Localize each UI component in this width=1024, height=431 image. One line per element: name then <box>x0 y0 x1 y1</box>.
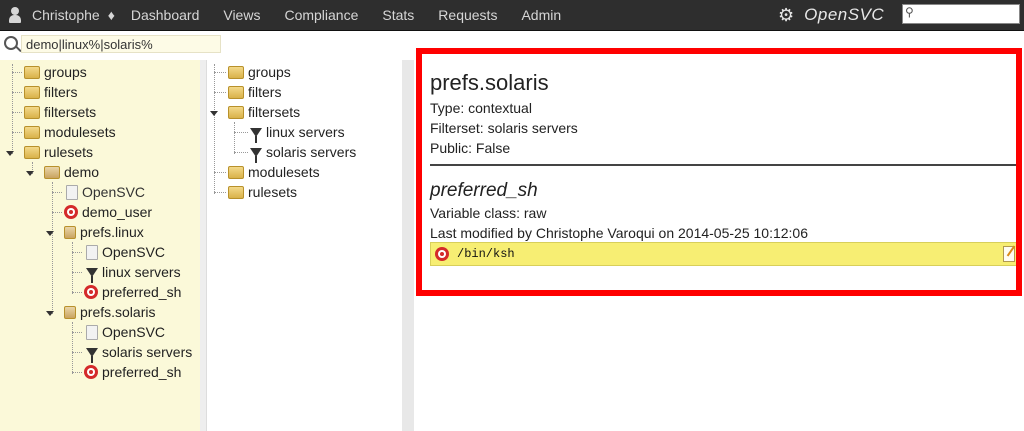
document-icon <box>86 244 98 260</box>
variable-target-icon <box>64 205 78 219</box>
filter-funnel-icon <box>250 127 262 143</box>
tree-item-prefs-linux-opensvc[interactable]: OpenSVC <box>86 242 165 262</box>
global-search-input[interactable]: ⚲ <box>902 4 1020 24</box>
filter-funnel-icon <box>86 347 98 363</box>
top-navigation-bar: Christophe ♦ Dashboard Views Compliance … <box>0 0 1024 31</box>
filter-funnel-icon <box>86 267 98 283</box>
tree-item-label: preferred_sh <box>102 364 182 380</box>
folder-icon <box>228 65 244 79</box>
tree-item-label: filters <box>44 84 78 100</box>
tree-item-prefs-solaris-opensvc[interactable]: OpenSVC <box>86 322 165 342</box>
nav-dashboard[interactable]: Dashboard <box>119 7 212 23</box>
search-icon <box>4 36 18 50</box>
document-icon <box>66 184 78 200</box>
nav-admin[interactable]: Admin <box>509 7 573 23</box>
expand-arrow-icon[interactable] <box>6 148 15 157</box>
folder-icon <box>44 165 60 179</box>
folder-icon <box>228 85 244 99</box>
folder-icon <box>24 85 40 99</box>
tree-item-filters[interactable]: filters <box>24 82 77 102</box>
brand-name: OpenSVC <box>804 5 885 24</box>
tree-item-label: demo <box>64 164 100 180</box>
mid-tree-item-rulesets[interactable]: rulesets <box>228 182 297 202</box>
tree-item-prefs-linux-preferred-sh[interactable]: preferred_sh <box>84 282 181 302</box>
folder-icon <box>228 105 244 119</box>
tree-item-label: OpenSVC <box>102 244 166 260</box>
tree-item-label: OpenSVC <box>102 324 166 340</box>
tree-item-label: rulesets <box>44 144 94 160</box>
folder-icon <box>24 65 40 79</box>
folder-icon <box>24 105 40 119</box>
tree-item-label: OpenSVC <box>82 184 146 200</box>
brand: ⚙ OpenSVC <box>778 4 884 26</box>
variable-target-icon <box>84 365 98 379</box>
user-name[interactable]: Christophe <box>32 7 100 23</box>
mid-tree-item-filters[interactable]: filters <box>228 82 281 102</box>
tree-item-label: filters <box>248 84 282 100</box>
tree-item-label: prefs.solaris <box>80 304 156 320</box>
mid-tree-item-solaris-servers[interactable]: solaris servers <box>250 142 357 163</box>
nav-compliance[interactable]: Compliance <box>272 7 370 23</box>
tree-item-label: solaris servers <box>102 344 193 360</box>
document-icon <box>86 324 98 340</box>
user-icon[interactable] <box>8 7 22 23</box>
folder-icon <box>64 225 76 239</box>
expand-arrow-icon[interactable] <box>210 108 219 117</box>
mid-tree-item-modulesets[interactable]: modulesets <box>228 162 320 182</box>
variable-target-icon <box>84 285 98 299</box>
tree-item-filtersets[interactable]: filtersets <box>24 102 96 122</box>
tree-item-label: filtersets <box>248 104 301 120</box>
folder-icon <box>228 185 244 199</box>
tree-item-rulesets[interactable]: rulesets <box>6 142 93 162</box>
tree-item-label: rulesets <box>248 184 298 200</box>
tree-item-demo-opensvc[interactable]: OpenSVC <box>66 182 145 202</box>
nav-stats[interactable]: Stats <box>370 7 426 23</box>
expand-arrow-icon[interactable] <box>46 308 55 317</box>
nav-views[interactable]: Views <box>211 7 272 23</box>
expand-arrow-icon[interactable] <box>26 168 35 177</box>
tree-item-label: filtersets <box>44 104 97 120</box>
mid-tree-item-filtersets[interactable]: filtersets <box>210 102 300 122</box>
tree-item-prefs-solaris[interactable]: prefs.solaris <box>46 302 155 322</box>
mid-tree-item-linux-servers[interactable]: linux servers <box>250 122 345 143</box>
tree-item-groups[interactable]: groups <box>24 62 87 82</box>
search-icon: ⚲ <box>905 5 914 19</box>
tree-item-solaris-servers[interactable]: solaris servers <box>86 342 193 363</box>
folder-icon <box>64 305 76 319</box>
tree-item-demo[interactable]: demo <box>26 162 99 182</box>
expand-arrow-icon[interactable] <box>46 228 55 237</box>
filter-funnel-icon <box>250 147 262 163</box>
tree-item-label: groups <box>248 64 291 80</box>
tree-item-label: linux servers <box>266 124 345 140</box>
folder-icon <box>24 145 40 159</box>
tree-item-prefs-linux[interactable]: prefs.linux <box>46 222 144 242</box>
tree-item-linux-servers[interactable]: linux servers <box>86 262 181 283</box>
diamond-icon: ♦ <box>107 7 115 23</box>
tree-item-label: modulesets <box>44 124 116 140</box>
tree-item-label: linux servers <box>102 264 181 280</box>
tree-item-modulesets[interactable]: modulesets <box>24 122 116 142</box>
tree-item-label: solaris servers <box>266 144 357 160</box>
main-nav: Christophe ♦ Dashboard Views Compliance … <box>8 0 573 30</box>
tree-item-label: prefs.linux <box>80 224 144 240</box>
tree-item-demo-user[interactable]: demo_user <box>64 202 152 222</box>
gear-icon[interactable]: ⚙ <box>778 5 794 26</box>
nav-requests[interactable]: Requests <box>426 7 509 23</box>
folder-icon <box>24 125 40 139</box>
tree-item-label: preferred_sh <box>102 284 182 300</box>
tree-item-prefs-solaris-preferred-sh[interactable]: preferred_sh <box>84 362 181 382</box>
tree-item-label: demo_user <box>82 204 153 220</box>
panel-scrollbar[interactable] <box>402 60 414 431</box>
tree-item-label: groups <box>44 64 87 80</box>
mid-tree-item-groups[interactable]: groups <box>228 62 291 82</box>
folder-icon <box>228 165 244 179</box>
tree-filter-input[interactable]: demo|linux%|solaris% <box>21 35 221 53</box>
highlight-frame <box>416 48 1022 296</box>
tree-item-label: modulesets <box>248 164 320 180</box>
